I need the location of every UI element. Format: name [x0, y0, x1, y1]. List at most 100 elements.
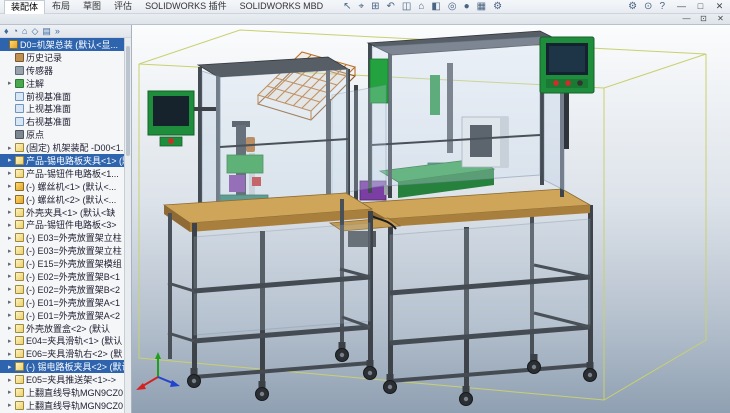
expand-arrow-icon[interactable]: ▸ [8, 208, 15, 216]
expand-arrow-icon[interactable]: ▸ [8, 260, 15, 268]
scene-icon[interactable]: ▦ [477, 0, 486, 13]
restore-button[interactable]: □ [694, 0, 707, 13]
tree-item[interactable]: ▸产品-锡钮件电路板<1... [0, 167, 124, 180]
search-icon[interactable]: ⊙ [644, 0, 652, 13]
tree-scrollbar[interactable] [124, 38, 131, 413]
expand-arrow-icon[interactable]: ▸ [8, 169, 15, 177]
expand-arrow-icon[interactable]: ▸ [8, 376, 15, 384]
propertymanager-tab[interactable]: ◔ [13, 25, 18, 37]
expand-arrow-icon[interactable]: ▸ [8, 156, 15, 164]
display-manager-tab[interactable]: ▤ [42, 25, 51, 37]
tree-item[interactable]: ▸(-) E03=外壳放置架立柱 [0, 231, 124, 244]
doc-minimize-button[interactable]: — [681, 14, 692, 24]
tree-item-label: (-) 锡电路板夹具<2> (默认 [26, 360, 124, 373]
hide-show-icon[interactable]: ◎ [448, 0, 457, 13]
view-settings-icon[interactable]: ⚙ [493, 0, 502, 13]
tree-item[interactable]: ▸上翻直线导轨MGN9CZ0 [0, 386, 124, 399]
viewport-3d[interactable] [132, 25, 730, 413]
feature-tree: D0=机架总装 (默认<显...历史记录传感器 ▸ 注解前视基准面上视基准面右视基准… [0, 38, 124, 413]
zoom-area-icon[interactable]: ⊞ [371, 0, 379, 13]
scrollbar-thumb[interactable] [126, 46, 130, 156]
tree-item[interactable]: ▸(-) E01=外壳放置架A<2 [0, 309, 124, 322]
tree-item-label: 前视基准面 [26, 90, 71, 103]
tree-item[interactable]: ▸产品-锡电路板夹具<1> (默认 [0, 154, 124, 167]
expand-arrow-icon[interactable]: ▸ [8, 388, 15, 396]
tree-item-label: (-) E01=外壳放置架A<1 [26, 296, 120, 309]
view-orientation-icon[interactable]: ⌂ [418, 0, 424, 13]
tree-item-label: D0=机架总装 (默认<显... [20, 38, 118, 51]
expand-arrow-icon[interactable]: ▸ [8, 324, 15, 332]
zoom-fit-icon[interactable]: ⌖ [358, 0, 364, 13]
close-button[interactable]: ✕ [713, 0, 726, 13]
expand-arrow-icon[interactable]: ▸ [8, 272, 15, 280]
part-icon [15, 349, 24, 358]
tree-item[interactable]: ▸上翻直线导轨MGN9CZ0 [0, 399, 124, 412]
ribbon-tab-layout[interactable]: 布局 [46, 0, 76, 13]
tree-item[interactable]: ▸ (-) E01=外壳放置架A<1 [0, 296, 124, 309]
tree-item[interactable]: ▸ (-) 锡电路板夹具<2> (默认 [0, 360, 124, 373]
tree-item[interactable]: ▸E06=夹具滑轨右<2> (默 [0, 347, 124, 360]
tree-item[interactable]: ▸ E04=夹具滑轨<1> (默认 [0, 334, 124, 347]
expand-arrow-icon[interactable]: ▸ [8, 311, 15, 319]
doc-close-button[interactable]: ✕ [715, 14, 726, 24]
expand-arrow-icon[interactable]: ▸ [8, 363, 15, 371]
panel-tabs: ♦ ◔ ⌂ ◇ ▤ » [0, 25, 131, 38]
tree-item[interactable]: 原点 [0, 128, 124, 141]
tree-item[interactable]: ▸E05=夹具推送架<1>-> [0, 373, 124, 386]
display-style-icon[interactable]: ◧ [431, 0, 440, 13]
expand-arrow-icon[interactable]: ▸ [8, 247, 15, 255]
tree-item[interactable]: D0=机架总装 (默认<显... [0, 38, 124, 51]
expand-arrow-icon[interactable]: ▸ [8, 144, 15, 152]
tree-item[interactable]: ▸产品-锡钮件电路板<3> [0, 218, 124, 231]
expand-arrow-icon[interactable]: ▸ [8, 285, 15, 293]
minimize-button[interactable]: — [675, 0, 688, 13]
expand-arrow-icon[interactable]: ▸ [8, 401, 15, 409]
tree-item[interactable]: ▸外壳放置盒<2> (默认 [0, 322, 124, 335]
expand-arrow-icon[interactable]: ▸ [8, 337, 15, 345]
tree-item[interactable]: 历史记录 [0, 51, 124, 64]
tree-item-label: (-) E03=外壳放置架立柱 [26, 244, 122, 257]
section-view-icon[interactable]: ◫ [402, 0, 411, 13]
tree-item[interactable]: ▸(-) E02=外壳放置架B<1 [0, 270, 124, 283]
part-icon [15, 143, 24, 152]
tree-item[interactable]: ▸ (-) E03=外壳放置架立柱 [0, 244, 124, 257]
expand-arrow-icon[interactable]: ▸ [8, 298, 15, 306]
tree-item[interactable]: ▸外壳夹具<1> (默认<缺 [0, 206, 124, 219]
expand-arrow-icon[interactable]: ▸ [8, 221, 15, 229]
dimxpert-manager-tab[interactable]: ◇ [31, 25, 38, 37]
tree-item[interactable]: ▸(-) E15=外壳放置架模组 [0, 257, 124, 270]
expand-arrow-icon[interactable]: ▸ [8, 350, 15, 358]
appearance-icon[interactable]: ● [464, 0, 470, 13]
part-icon [15, 233, 24, 242]
ribbon-tab-mbd[interactable]: SOLIDWORKS MBD [234, 0, 330, 13]
plane-icon [15, 117, 24, 126]
ribbon-tab-sketch[interactable]: 草图 [77, 0, 107, 13]
previous-view-icon[interactable]: ↶ [387, 0, 395, 13]
expand-arrow-icon[interactable]: ▸ [8, 79, 15, 87]
tree-item[interactable]: 前视基准面 [0, 90, 124, 103]
tree-item[interactable]: ▸ 注解 [0, 77, 124, 90]
tree-item[interactable]: 传感器 [0, 64, 124, 77]
configuration-manager-tab[interactable]: ⌂ [22, 25, 27, 37]
expand-arrow-icon[interactable]: ▸ [8, 234, 15, 242]
tree-item[interactable]: ▸(-) 螺丝机<1> (默认<... [0, 180, 124, 193]
tree-item-label: 注解 [26, 77, 44, 90]
expand-arrow-icon[interactable]: ▸ [8, 195, 15, 203]
ribbon-tab-assembly[interactable]: 装配体 [4, 0, 45, 14]
options-icon[interactable]: ⚙ [628, 0, 637, 13]
tree-item-label: 传感器 [26, 64, 53, 77]
ribbon-tab-addins[interactable]: SOLIDWORKS 插件 [139, 0, 233, 13]
featuremanager-tree-tab[interactable]: ♦ [4, 25, 9, 37]
tree-item[interactable]: ▸(固定) 机架装配 -D00<1... [0, 141, 124, 154]
tree-item[interactable]: 上视基准面 [0, 102, 124, 115]
ribbon-tab-evaluate[interactable]: 评估 [108, 0, 138, 13]
tree-item[interactable]: ▸(-) 螺丝机<2> (默认<... [0, 193, 124, 206]
expand-panel-tab[interactable]: » [55, 25, 60, 37]
expand-arrow-icon[interactable]: ▸ [8, 182, 15, 190]
select-icon[interactable]: ↖ [343, 0, 351, 13]
doc-restore-button[interactable]: ⊡ [698, 14, 709, 24]
tree-item-label: E04=夹具滑轨<1> (默认 [26, 334, 122, 347]
tree-item[interactable]: 右视基准面 [0, 115, 124, 128]
help-icon[interactable]: ? [659, 0, 665, 13]
tree-item[interactable]: ▸(-) E02=外壳放置架B<2 [0, 283, 124, 296]
